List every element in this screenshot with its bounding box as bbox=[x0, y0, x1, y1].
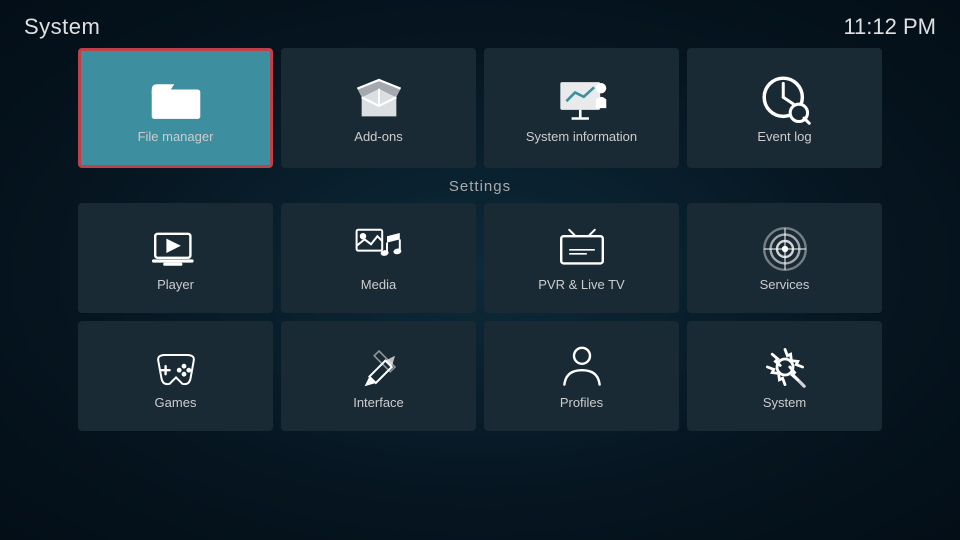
tile-pvr-live-tv[interactable]: PVR & Live TV bbox=[484, 203, 679, 313]
tile-system-information-label: System information bbox=[526, 129, 637, 144]
tile-games[interactable]: Games bbox=[78, 321, 273, 431]
tile-media[interactable]: Media bbox=[281, 203, 476, 313]
tile-player[interactable]: Player bbox=[78, 203, 273, 313]
tile-system-information[interactable]: System information bbox=[484, 48, 679, 168]
file-manager-icon bbox=[150, 73, 202, 125]
tile-services[interactable]: Services bbox=[687, 203, 882, 313]
header: System 11:12 PM bbox=[0, 0, 960, 48]
tile-pvr-live-tv-label: PVR & Live TV bbox=[538, 277, 624, 292]
tile-file-manager-label: File manager bbox=[138, 129, 214, 144]
tile-system-label: System bbox=[763, 395, 806, 410]
tile-media-label: Media bbox=[361, 277, 396, 292]
tile-games-label: Games bbox=[155, 395, 197, 410]
system-icon bbox=[761, 343, 809, 391]
tile-add-ons-label: Add-ons bbox=[354, 129, 402, 144]
tile-file-manager[interactable]: File manager bbox=[78, 48, 273, 168]
tile-add-ons[interactable]: Add-ons bbox=[281, 48, 476, 168]
interface-icon bbox=[355, 343, 403, 391]
tile-interface-label: Interface bbox=[353, 395, 404, 410]
tile-profiles-label: Profiles bbox=[560, 395, 603, 410]
settings-row-1: Player Media bbox=[24, 203, 936, 313]
clock: 11:12 PM bbox=[843, 14, 936, 40]
settings-label: Settings bbox=[24, 178, 936, 195]
tile-system[interactable]: System bbox=[687, 321, 882, 431]
tile-event-log-label: Event log bbox=[757, 129, 811, 144]
tile-event-log[interactable]: Event log bbox=[687, 48, 882, 168]
system-information-icon bbox=[556, 73, 608, 125]
add-ons-icon bbox=[353, 73, 405, 125]
page-title: System bbox=[24, 14, 100, 40]
tile-profiles[interactable]: Profiles bbox=[484, 321, 679, 431]
tile-player-label: Player bbox=[157, 277, 194, 292]
tile-interface[interactable]: Interface bbox=[281, 321, 476, 431]
profiles-icon bbox=[558, 343, 606, 391]
pvr-live-tv-icon bbox=[558, 225, 606, 273]
top-tiles-row: File manager Add-ons System information bbox=[0, 48, 960, 168]
games-icon bbox=[152, 343, 200, 391]
tile-services-label: Services bbox=[760, 277, 810, 292]
media-icon bbox=[355, 225, 403, 273]
settings-section: Settings Player bbox=[0, 178, 960, 431]
event-log-icon bbox=[759, 73, 811, 125]
settings-row-2: Games Interface Profiles bbox=[24, 321, 936, 431]
services-icon bbox=[761, 225, 809, 273]
player-icon bbox=[152, 225, 200, 273]
